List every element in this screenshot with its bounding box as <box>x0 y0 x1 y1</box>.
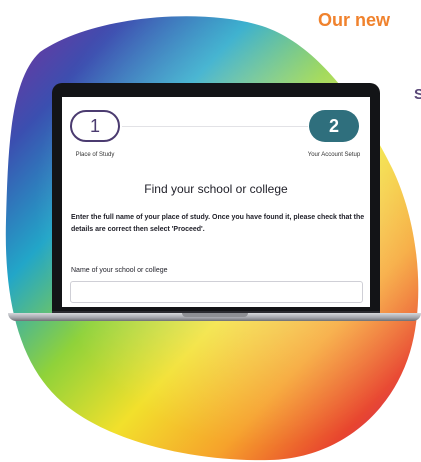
school-search-input[interactable] <box>70 281 363 303</box>
laptop-notch <box>182 313 248 317</box>
instructions-text: Enter the full name of your place of stu… <box>71 214 365 233</box>
school-field-label: Name of your school or college <box>71 267 168 274</box>
page-title: Find your school or college <box>144 182 288 196</box>
step-1-indicator[interactable]: 1 <box>70 110 120 142</box>
step-2-indicator[interactable]: 2 <box>309 110 359 142</box>
progress-line <box>122 126 308 127</box>
step-1-label: Place of Study <box>75 152 115 158</box>
account-setup-screen: 1 2 Place of Study Your Account Setup Fi… <box>62 97 370 307</box>
step-2-label: Your Account Setup <box>307 152 361 158</box>
